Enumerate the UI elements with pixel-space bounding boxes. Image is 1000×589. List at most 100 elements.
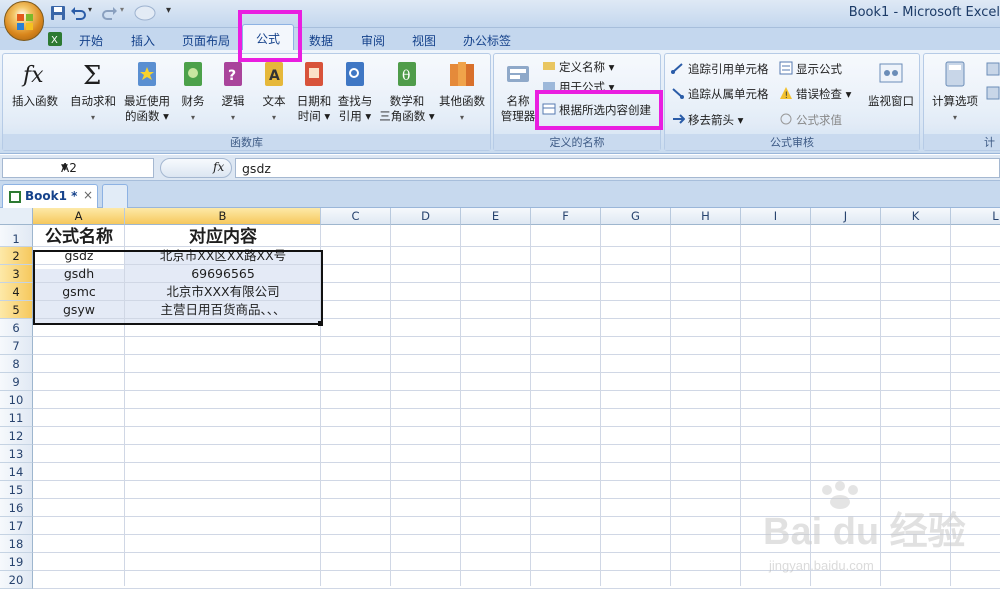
tab-office-tab[interactable]: 办公标签 <box>463 32 511 49</box>
quick-access-extra-icon[interactable] <box>134 5 156 21</box>
column-header-e[interactable]: E <box>461 208 531 225</box>
calculation-options-button[interactable]: 计算选项 ▾ <box>926 58 984 125</box>
evaluate-formula-icon <box>780 113 792 125</box>
trace-dependents-icon <box>672 88 684 99</box>
column-header-a[interactable]: A <box>33 208 125 225</box>
group-defined-names: 名称 管理器 定义名称 ▾ 用于公式 ▾ 根据所选内容创建 定义的名称 <box>493 53 661 151</box>
tab-review[interactable]: 审阅 <box>361 32 385 49</box>
trace-precedents-button[interactable]: 追踪引用单元格 <box>671 61 769 77</box>
new-workbook-tab-button[interactable] <box>102 184 128 208</box>
tab-home[interactable]: 开始 <box>79 32 103 49</box>
row-header-15[interactable]: 15 <box>0 481 33 499</box>
remove-arrows-button[interactable]: 移去箭头 ▾ <box>671 112 743 128</box>
financial-button[interactable]: 财务 ▾ <box>175 58 211 125</box>
tab-view[interactable]: 视图 <box>412 32 436 49</box>
row-header-12[interactable]: 12 <box>0 427 33 445</box>
calculate-sheet-icon[interactable] <box>986 86 1000 100</box>
row-header-3[interactable]: 3 <box>0 265 33 283</box>
recent-book-icon <box>138 62 156 86</box>
row-header-16[interactable]: 16 <box>0 499 33 517</box>
row-header-20[interactable]: 20 <box>0 571 33 589</box>
row-header-7[interactable]: 7 <box>0 337 33 355</box>
show-formulas-button[interactable]: 显示公式 <box>779 61 842 77</box>
evaluate-formula-button[interactable]: 公式求值 <box>779 112 842 128</box>
use-in-formula-button[interactable]: 用于公式 ▾ <box>542 79 614 95</box>
formula-input[interactable]: gsdz <box>235 158 1000 178</box>
recently-used-button[interactable]: 最近使用 的函数 ▾ <box>120 58 174 124</box>
row-header-8[interactable]: 8 <box>0 355 33 373</box>
workbook-tab[interactable]: Book1 * × <box>2 184 98 208</box>
name-box-dropdown-icon[interactable]: ▼ <box>61 163 150 173</box>
row-gridline <box>33 336 1000 337</box>
tab-data[interactable]: 数据 <box>309 32 333 49</box>
excel-addin-icon[interactable]: X <box>47 31 63 47</box>
office-button[interactable] <box>4 1 44 41</box>
lookup-reference-button[interactable]: 查找与 引用 ▾ <box>334 58 376 124</box>
row-header-9[interactable]: 9 <box>0 373 33 391</box>
row-header-13[interactable]: 13 <box>0 445 33 463</box>
save-icon[interactable] <box>50 5 66 21</box>
close-workbook-icon[interactable]: × <box>83 188 93 202</box>
row-header-5[interactable]: 5 <box>0 301 33 319</box>
header-cell-formula-name[interactable]: 公式名称 <box>33 227 125 249</box>
row-header-18[interactable]: 18 <box>0 535 33 553</box>
svg-text:A: A <box>269 68 280 84</box>
tab-formulas[interactable]: 公式 <box>242 24 294 51</box>
column-header-b[interactable]: B <box>125 208 321 225</box>
select-all-corner[interactable] <box>0 208 33 225</box>
remove-arrows-icon <box>673 114 685 124</box>
column-header-k[interactable]: K <box>881 208 951 225</box>
watch-window-button[interactable]: 监视窗口 <box>863 58 919 109</box>
column-header-g[interactable]: G <box>601 208 671 225</box>
header-cell-content[interactable]: 对应内容 <box>125 227 321 249</box>
customize-quick-access-icon[interactable]: ▾ <box>166 5 182 21</box>
ribbon: fx 插入函数 Σ 自动求和 ▾ 最近使用 的函数 ▾ 财务 ▾ ? 逻辑 ▾ A 文本… <box>0 50 1000 154</box>
column-header-f[interactable]: F <box>531 208 601 225</box>
name-box[interactable]: A2 ▼ <box>2 158 154 178</box>
column-header-j[interactable]: J <box>811 208 881 225</box>
lookup-book-icon <box>346 62 364 86</box>
row-gridline <box>33 408 1000 409</box>
autosum-button[interactable]: Σ 自动求和 ▾ <box>67 58 119 125</box>
row-header-1[interactable]: 1 <box>0 225 33 247</box>
fill-handle[interactable] <box>318 321 323 326</box>
row-header-14[interactable]: 14 <box>0 463 33 481</box>
group-label-function-library: 函数库 <box>3 134 490 150</box>
svg-text:!: ! <box>785 91 789 100</box>
insert-function-fx-button[interactable]: fx <box>160 158 232 178</box>
more-functions-button[interactable]: 其他函数 ▾ <box>435 58 489 125</box>
column-header-c[interactable]: C <box>321 208 391 225</box>
text-button[interactable]: A 文本 ▾ <box>256 58 292 125</box>
undo-icon[interactable] <box>70 5 86 21</box>
column-gridline <box>670 225 671 586</box>
tab-page-layout[interactable]: 页面布局 <box>182 32 230 49</box>
error-checking-button[interactable]: ! 错误检查 ▾ <box>779 86 851 102</box>
trace-dependents-button[interactable]: 追踪从属单元格 <box>671 86 769 102</box>
row-header-19[interactable]: 19 <box>0 553 33 571</box>
column-header-d[interactable]: D <box>391 208 461 225</box>
redo-icon[interactable] <box>102 5 118 21</box>
insert-function-button[interactable]: fx 插入函数 <box>7 58 63 109</box>
row-header-10[interactable]: 10 <box>0 391 33 409</box>
row-header-11[interactable]: 11 <box>0 409 33 427</box>
row-gridline <box>33 372 1000 373</box>
group-label-defined-names: 定义的名称 <box>494 134 660 150</box>
column-gridline <box>740 225 741 586</box>
date-time-button[interactable]: 日期和 时间 ▾ <box>293 58 335 124</box>
name-manager-button[interactable]: 名称 管理器 <box>496 58 540 124</box>
column-header-h[interactable]: H <box>671 208 741 225</box>
create-from-selection-button[interactable]: 根据所选内容创建 <box>542 102 651 118</box>
row-header-17[interactable]: 17 <box>0 517 33 535</box>
column-header-i[interactable]: I <box>741 208 811 225</box>
column-header-l[interactable]: L <box>951 208 1000 225</box>
row-header-4[interactable]: 4 <box>0 283 33 301</box>
column-gridline <box>600 225 601 586</box>
row-header-6[interactable]: 6 <box>0 319 33 337</box>
row-header-2[interactable]: 2 <box>0 247 33 265</box>
tab-insert[interactable]: 插入 <box>131 32 155 49</box>
logical-button[interactable]: ? 逻辑 ▾ <box>215 58 251 125</box>
baidu-watermark: Bai du 经验 jingyan.baidu.com <box>755 480 995 580</box>
calculate-now-icon[interactable] <box>986 62 1000 76</box>
define-name-button[interactable]: 定义名称 ▾ <box>542 59 614 75</box>
math-trig-button[interactable]: θ 数学和 三角函数 ▾ <box>377 58 437 124</box>
